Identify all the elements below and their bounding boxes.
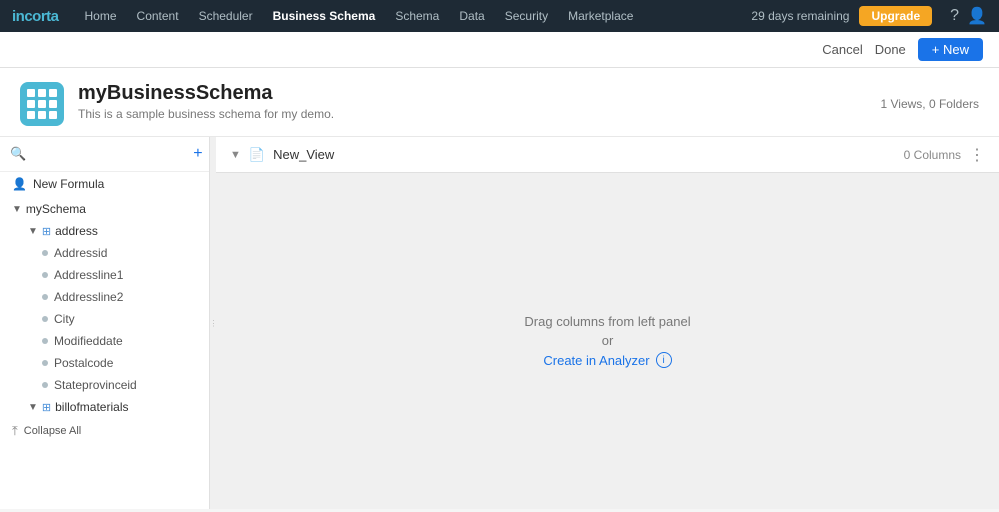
- search-bar: 🔍 +: [0, 137, 209, 172]
- view-drop-zone: Drag columns from left panel or Create i…: [216, 173, 999, 509]
- column-label: Addressline2: [54, 290, 123, 304]
- view-more-icon[interactable]: ⋮: [969, 145, 985, 165]
- column-modifieddate[interactable]: Modifieddate: [0, 330, 209, 352]
- dot-icon: [42, 338, 48, 344]
- column-label: City: [54, 312, 75, 326]
- address-table-node[interactable]: ▼ ⊞ address: [0, 220, 209, 242]
- dot-icon: [42, 294, 48, 300]
- top-navigation: incorta Home Content Scheduler Business …: [0, 0, 999, 32]
- drag-columns-text: Drag columns from left panel: [524, 314, 690, 329]
- schema-header: myBusinessSchema This is a sample busine…: [0, 68, 999, 137]
- person-icon: 👤: [12, 177, 27, 191]
- logo: incorta: [12, 8, 59, 25]
- collapse-icon: ⤒: [12, 423, 18, 439]
- drop-zone-content: Drag columns from left panel or Create i…: [524, 314, 690, 368]
- search-icon: 🔍: [10, 146, 26, 162]
- column-addressid[interactable]: Addressid: [0, 242, 209, 264]
- formula-label: New Formula: [33, 177, 104, 191]
- new-button[interactable]: + New: [918, 38, 983, 61]
- column-postalcode[interactable]: Postalcode: [0, 352, 209, 374]
- table-icon: ⊞: [42, 401, 51, 414]
- schema-info: myBusinessSchema This is a sample busine…: [78, 82, 881, 121]
- address-table-label: address: [55, 224, 98, 238]
- columns-count-label: 0 Columns: [904, 148, 961, 162]
- create-analyzer-label: Create in Analyzer: [543, 353, 649, 368]
- cancel-button[interactable]: Cancel: [822, 42, 862, 57]
- schema-tree: ▼ mySchema ▼ ⊞ address Addressid Address…: [0, 198, 209, 444]
- dot-icon: [42, 250, 48, 256]
- search-input[interactable]: [32, 147, 187, 161]
- view-name-label: New_View: [273, 147, 334, 162]
- view-chevron-icon[interactable]: ▼: [230, 149, 241, 161]
- add-icon[interactable]: +: [193, 145, 202, 163]
- schema-node-label: mySchema: [26, 202, 86, 216]
- subheader-bar: Cancel Done + New: [0, 32, 999, 68]
- column-label: Stateprovinceid: [54, 378, 137, 392]
- left-panel: 🔍 + 👤 New Formula ▼ mySchema ▼ ⊞ ad: [0, 137, 210, 509]
- collapse-all-label: Collapse All: [24, 425, 81, 437]
- nav-marketplace[interactable]: Marketplace: [558, 0, 643, 32]
- done-button[interactable]: Done: [875, 42, 906, 57]
- help-icon[interactable]: ?: [950, 7, 959, 25]
- view-header: ▼ 📄 New_View 0 Columns ⋮: [216, 137, 999, 173]
- or-text: or: [524, 333, 690, 348]
- column-label: Addressid: [54, 246, 107, 260]
- schema-meta: 1 Views, 0 Folders: [881, 97, 980, 111]
- schema-description: This is a sample business schema for my …: [78, 107, 881, 121]
- column-addressline2[interactable]: Addressline2: [0, 286, 209, 308]
- create-analyzer-link[interactable]: Create in Analyzer i: [524, 352, 690, 368]
- billofmaterials-table-node[interactable]: ▼ ⊞ billofmaterials: [0, 396, 209, 418]
- nav-business-schema[interactable]: Business Schema: [263, 0, 386, 32]
- days-remaining: 29 days remaining: [751, 9, 849, 23]
- main-content: 🔍 + 👤 New Formula ▼ mySchema ▼ ⊞ ad: [0, 137, 999, 509]
- column-label: Postalcode: [54, 356, 113, 370]
- column-addressline1[interactable]: Addressline1: [0, 264, 209, 286]
- new-formula-item[interactable]: 👤 New Formula: [0, 172, 209, 196]
- table-icon: ⊞: [42, 225, 51, 238]
- dot-icon: [42, 360, 48, 366]
- dot-icon: [42, 382, 48, 388]
- schema-icon: [20, 82, 64, 126]
- dot-icon: [42, 316, 48, 322]
- column-stateprovinceid[interactable]: Stateprovinceid: [0, 374, 209, 396]
- nav-content[interactable]: Content: [127, 0, 189, 32]
- nav-scheduler[interactable]: Scheduler: [189, 0, 263, 32]
- column-city[interactable]: City: [0, 308, 209, 330]
- address-chevron-icon: ▼: [28, 226, 38, 237]
- column-label: Addressline1: [54, 268, 123, 282]
- bom-table-label: billofmaterials: [55, 400, 128, 414]
- nav-security[interactable]: Security: [495, 0, 558, 32]
- right-panel: ▼ 📄 New_View 0 Columns ⋮ Drag columns fr…: [216, 137, 999, 509]
- user-icon[interactable]: 👤: [967, 6, 987, 26]
- view-file-icon: 📄: [249, 147, 265, 163]
- info-icon: i: [656, 352, 672, 368]
- left-panel-content: 👤 New Formula ▼ mySchema ▼ ⊞ address: [0, 172, 209, 509]
- collapse-all-button[interactable]: ⤒ Collapse All: [0, 418, 209, 444]
- dot-icon: [42, 272, 48, 278]
- nav-schema[interactable]: Schema: [385, 0, 449, 32]
- nav-data[interactable]: Data: [449, 0, 494, 32]
- schema-node[interactable]: ▼ mySchema: [0, 198, 209, 220]
- column-label: Modifieddate: [54, 334, 123, 348]
- upgrade-button[interactable]: Upgrade: [859, 6, 932, 26]
- nav-home[interactable]: Home: [75, 0, 127, 32]
- schema-chevron-icon: ▼: [12, 204, 22, 215]
- schema-title: myBusinessSchema: [78, 82, 881, 105]
- bom-chevron-icon: ▼: [28, 402, 38, 413]
